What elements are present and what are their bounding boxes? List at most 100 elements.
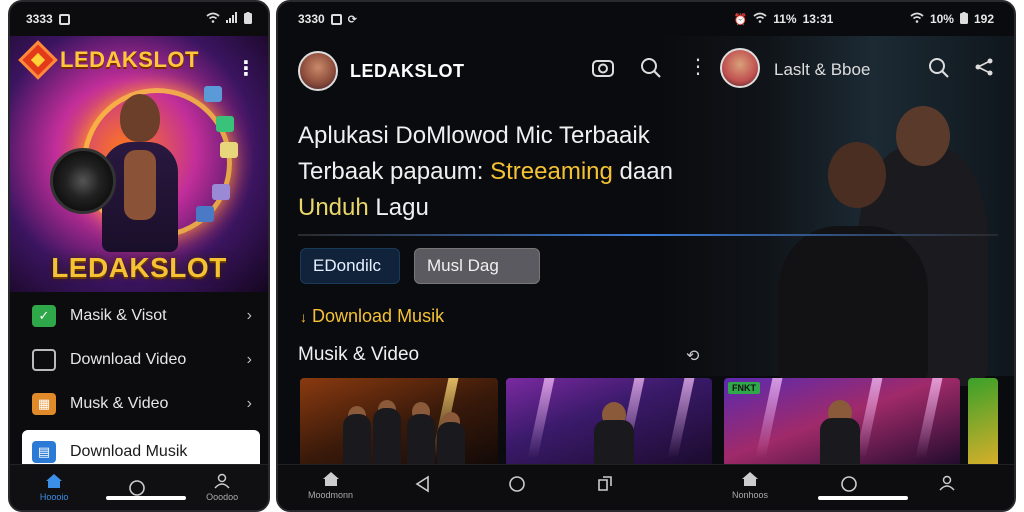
back-button[interactable] (414, 475, 432, 493)
nav-home-label: Moodmonn (308, 490, 354, 500)
profile-name: Laslt & Bboe (774, 60, 871, 79)
app-title: LEDAKSLOT (350, 60, 465, 81)
floating-tile-icon (196, 206, 214, 222)
menu-item-label: Download Musik (70, 443, 188, 460)
user-icon (939, 475, 955, 491)
status-bar: 3333 (10, 2, 268, 36)
status-bar: 3330 ⟳ ⏰ 11% 13:31 10% 192 (278, 2, 1014, 36)
headline-line-1: Aplukasi DoMlowod Mic Terbaaik (298, 122, 650, 149)
search-icon[interactable] (640, 57, 662, 85)
wifi-icon (753, 12, 767, 26)
nav-home-2-label: Nonhoos (732, 490, 769, 500)
video-frame-icon (32, 349, 56, 371)
gesture-home-bar[interactable] (106, 496, 186, 500)
circle-icon (129, 479, 146, 496)
wifi-icon (206, 12, 220, 26)
camera-icon[interactable] (592, 57, 614, 83)
brand-header[interactable]: LEDAKSLOT (18, 40, 199, 80)
home-icon (742, 472, 759, 486)
menu-item-label: Download Video (70, 351, 187, 368)
headline-line-3: Unduh Lagu (298, 194, 429, 221)
nav-profile-label: Ooodoo (206, 492, 239, 502)
chevron-right-icon: › (246, 395, 252, 412)
floating-tile-icon (216, 116, 234, 132)
more-options-icon[interactable]: ⋮ (688, 54, 708, 79)
nav-home[interactable]: Hoooio (39, 473, 69, 502)
nav-profile[interactable]: Ooodoo (206, 473, 238, 502)
media-card[interactable] (300, 378, 498, 470)
status-battery-right: 10% (929, 12, 954, 26)
nav-profile[interactable] (938, 475, 956, 491)
status-time: 3333 (26, 12, 53, 26)
nav-circle[interactable] (128, 479, 146, 497)
home-button[interactable] (508, 475, 526, 493)
download-musik-link[interactable]: ↓ Download Musik (300, 306, 444, 327)
filter-chip-2[interactable]: Musl Dag (414, 248, 540, 284)
home-button-2[interactable] (840, 475, 858, 493)
user-icon (214, 473, 230, 489)
home-icon (322, 472, 339, 486)
check-shield-icon: ✓ (32, 305, 56, 327)
circle-icon (509, 476, 525, 492)
sync-icon: ⟳ (347, 13, 357, 26)
media-card[interactable] (968, 378, 998, 470)
floating-tile-icon (220, 142, 238, 158)
side-menu: ✓ Masik & Visot › Download Video › ▦ Mus… (22, 294, 260, 474)
chevron-right-icon: › (246, 351, 252, 368)
chevron-right-icon: › (246, 307, 252, 324)
nav-home-2[interactable]: Nonhoos (732, 471, 768, 500)
notification-icon (58, 13, 70, 25)
gesture-home-bar[interactable] (818, 496, 908, 500)
profile-avatar[interactable] (720, 48, 760, 88)
top-app-bar: LEDAKSLOT ⋮ Laslt & Bboe (298, 48, 998, 94)
status-time-right: 192 (973, 12, 994, 26)
battery-percent: 11% (773, 12, 797, 26)
battery-icon (244, 11, 252, 27)
browser-window-icon: ▤ (32, 441, 56, 463)
wifi-icon (910, 12, 924, 26)
brand-name: LEDAKSLOT (60, 47, 199, 72)
floating-tile-icon (212, 184, 230, 200)
recents-button[interactable] (596, 475, 614, 493)
alarm-icon: ⏰ (733, 13, 748, 26)
brand-logo-icon (18, 40, 58, 80)
search-icon[interactable] (928, 57, 950, 85)
back-triangle-icon (415, 475, 429, 493)
card-badge: FNKT (728, 382, 760, 394)
avatar[interactable] (298, 51, 338, 91)
menu-item-musk-video[interactable]: ▦ Musk & Video › (22, 382, 260, 426)
more-options-icon[interactable]: ⋮ (236, 56, 256, 81)
bottom-navigation: Hoooio Ooodoo (10, 464, 268, 510)
share-icon[interactable] (974, 57, 994, 83)
circle-icon (841, 476, 857, 492)
floating-tile-icon (204, 86, 222, 102)
filter-chip-1[interactable]: EDondilc (300, 248, 400, 284)
download-link-label: Download Musik (312, 306, 445, 326)
menu-item-musik-video[interactable]: ✓ Masik & Visot › (22, 294, 260, 338)
recents-icon (598, 476, 612, 491)
nav-home-label: Hoooio (39, 492, 69, 502)
battery-icon (959, 11, 968, 27)
media-card[interactable]: FNKT (724, 378, 960, 470)
media-card[interactable] (506, 378, 712, 470)
home-icon (46, 474, 63, 488)
download-icon: ↓ (300, 309, 307, 325)
right-phone-screen: 3330 ⟳ ⏰ 11% 13:31 10% 192 LEDAKSLOT ⋮ L… (276, 0, 1016, 512)
banner-brand-title: LEDAKSLOT (51, 252, 227, 283)
headline-line-2: Terbaak papaum: Streeaming daan (298, 158, 673, 185)
menu-item-label: Musk & Video (70, 395, 169, 412)
section-title: Musik & Video (298, 344, 420, 365)
status-clock: 13:31 (802, 12, 834, 26)
bottom-navigation: Moodmonn Nonhoos (278, 464, 1014, 510)
notification-icon (330, 13, 342, 25)
nav-home[interactable]: Moodmonn (308, 471, 353, 500)
speaker-icon (50, 148, 116, 214)
menu-item-download-video[interactable]: Download Video › (22, 338, 260, 382)
music-folder-icon: ▦ (32, 393, 56, 415)
signal-icon (226, 12, 238, 26)
divider (298, 234, 998, 236)
hero-headline: Aplukasi DoMlowod Mic Terbaaik Terbaak p… (298, 118, 738, 226)
menu-item-label: Masik & Visot (70, 307, 167, 324)
link-icon[interactable]: ⟲ (686, 346, 699, 366)
left-phone-screen: 3333 LEDAKSLOT ⋮ LEDAKSLOT ✓ Masik & Vis… (8, 0, 270, 512)
